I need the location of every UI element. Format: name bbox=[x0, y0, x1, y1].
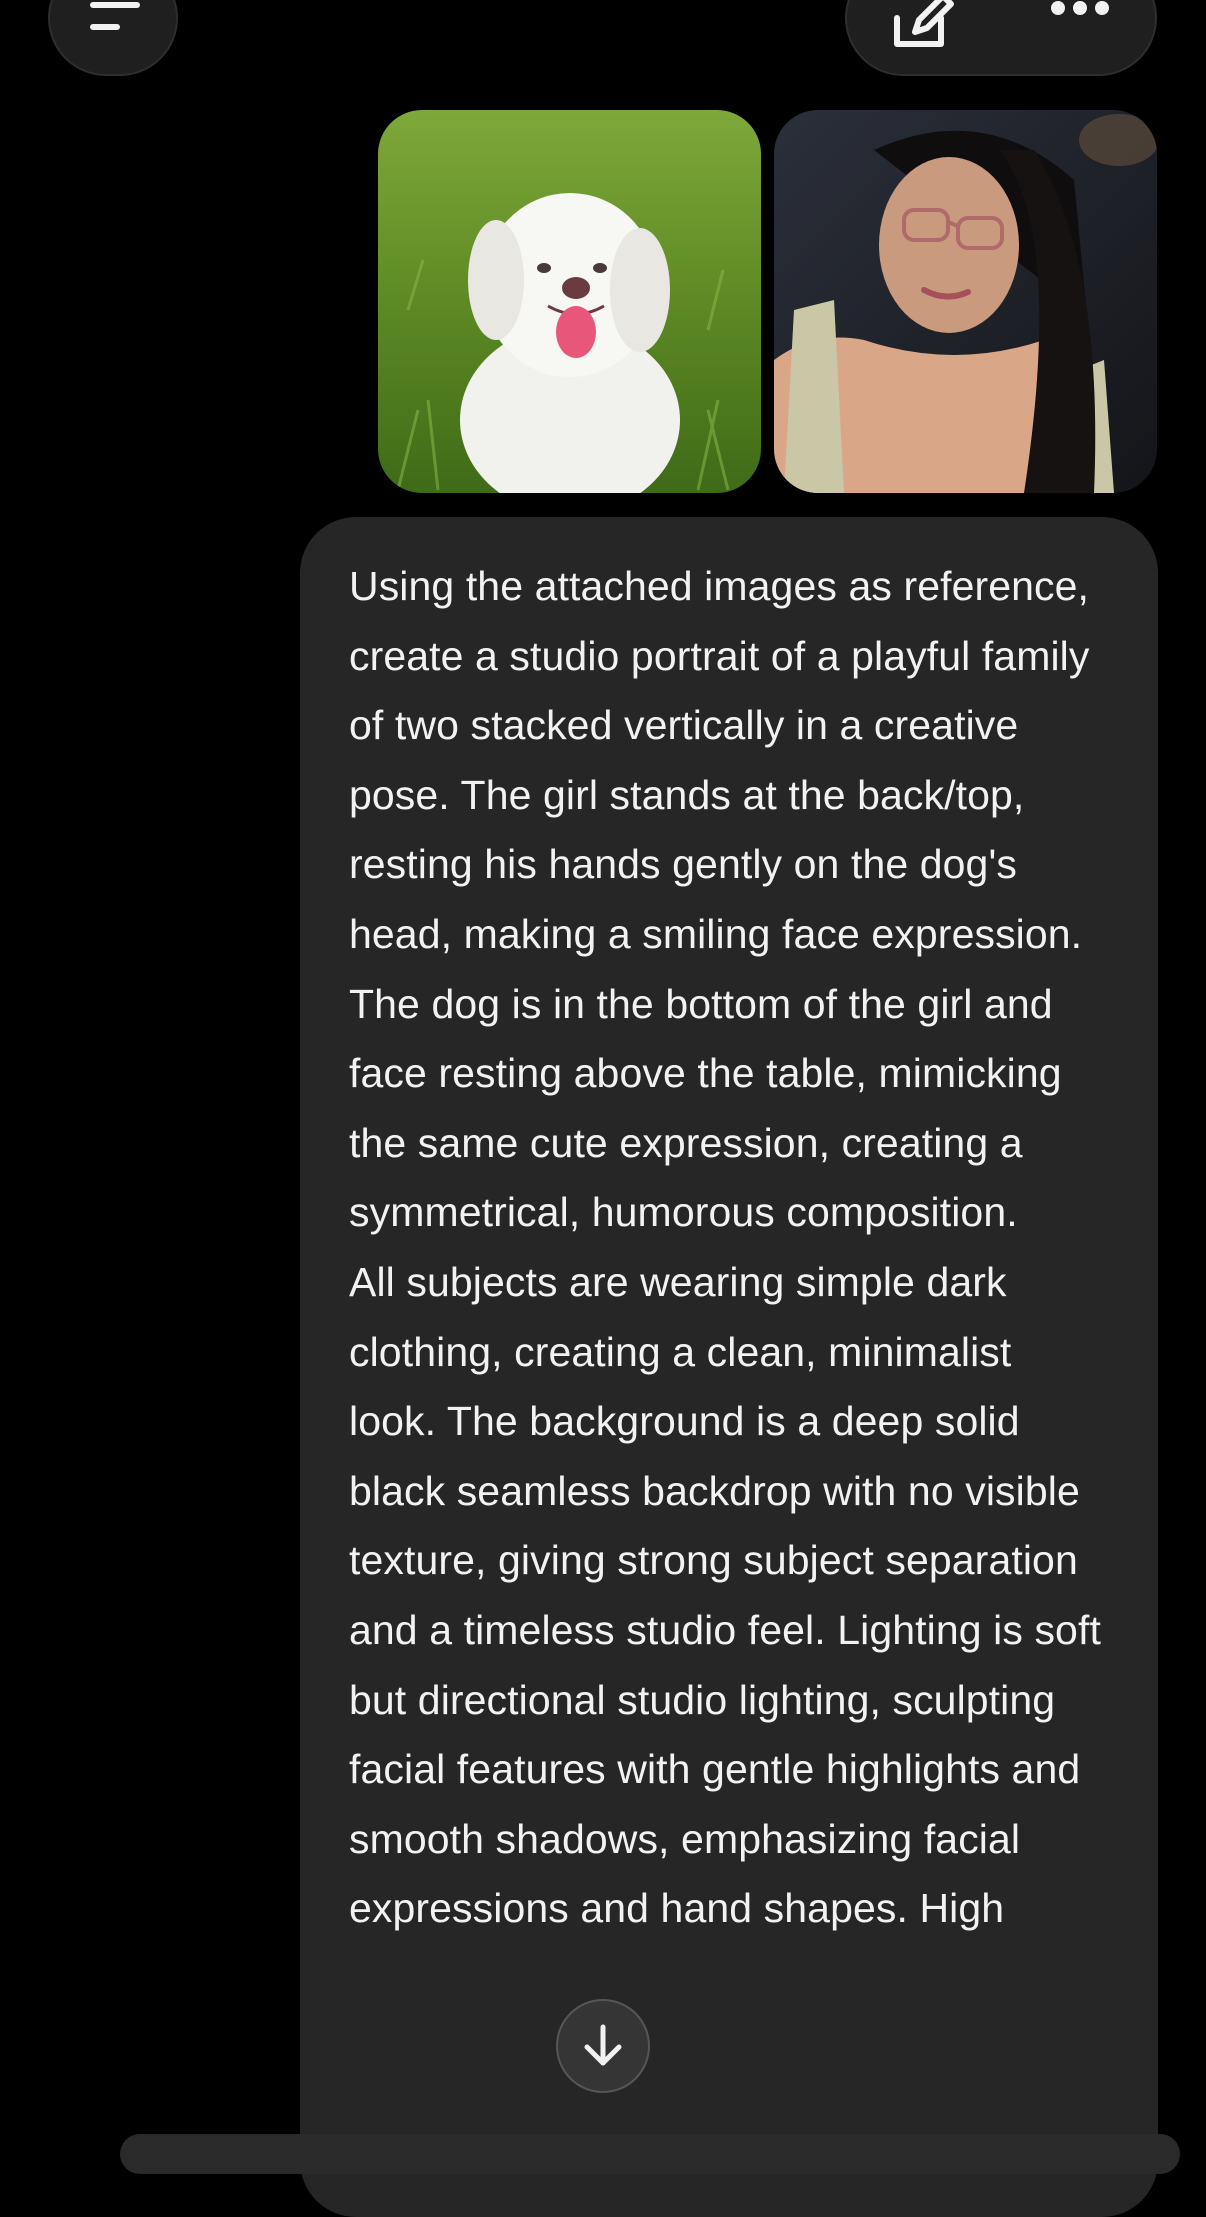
attachment-dog-photo[interactable] bbox=[378, 110, 761, 493]
ellipsis-icon bbox=[1051, 1, 1109, 15]
new-chat-button[interactable] bbox=[887, 0, 957, 48]
user-message-bubble: Using the attached images as reference, … bbox=[300, 517, 1158, 2217]
message-text: Using the attached images as reference, … bbox=[349, 552, 1108, 1944]
more-options-button[interactable] bbox=[1047, 0, 1117, 38]
woman-photo-image bbox=[774, 110, 1157, 493]
menu-button[interactable] bbox=[48, 0, 178, 76]
edit-icon bbox=[894, 0, 954, 47]
attachment-woman-photo[interactable] bbox=[774, 110, 1157, 493]
scroll-to-bottom-button[interactable] bbox=[556, 1999, 650, 2093]
message-paragraph: All subjects are wearing simple dark clo… bbox=[349, 1258, 1101, 1932]
message-paragraph: Using the attached images as reference, … bbox=[349, 563, 1090, 1236]
arrow-down-icon bbox=[584, 2024, 622, 2066]
header-actions bbox=[845, 0, 1157, 76]
menu-icon bbox=[90, 2, 140, 30]
composer-edge bbox=[120, 2134, 1180, 2174]
dog-photo-image bbox=[378, 110, 761, 493]
